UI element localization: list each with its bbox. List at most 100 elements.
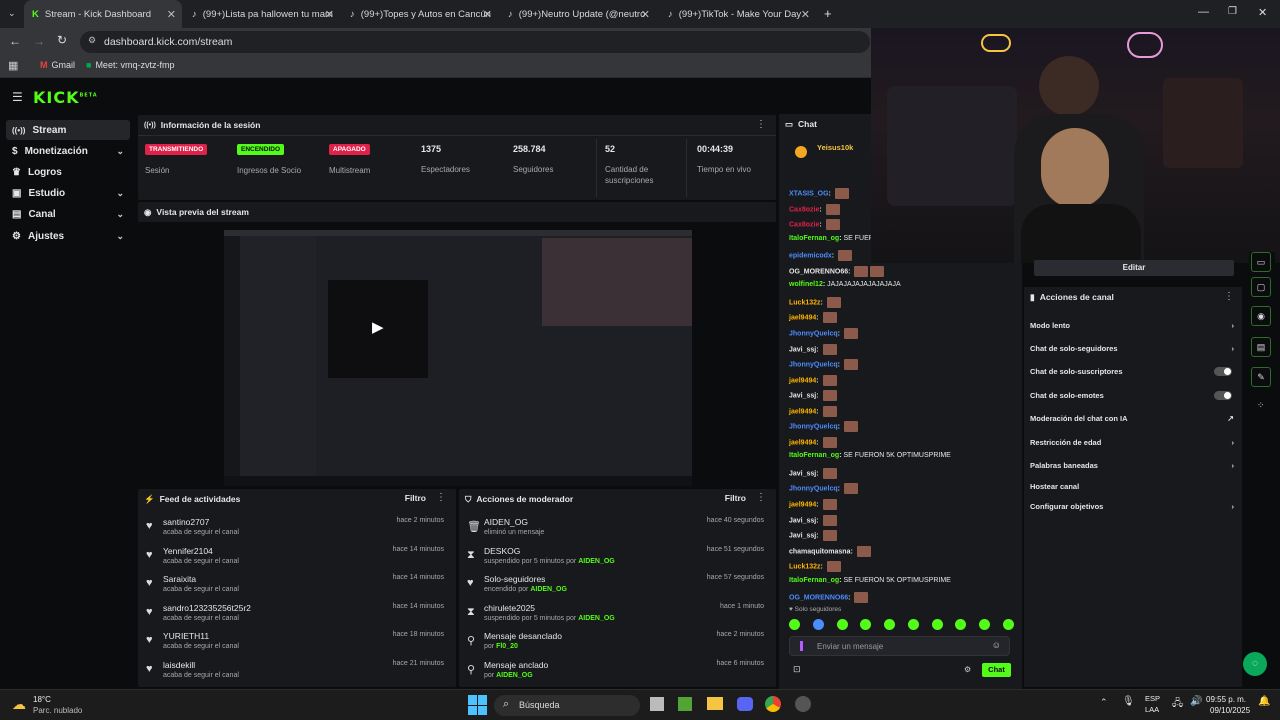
chat-username[interactable]: JhonnyQuelcq: [789, 486, 838, 493]
rail-broadcast-icon[interactable]: ◉: [1251, 306, 1271, 326]
sidebar-item-estudio[interactable]: ▣ Estudio ⌄: [6, 183, 130, 203]
close-tab-icon[interactable]: ✕: [801, 8, 810, 21]
weather-desc[interactable]: Parc. nublado: [33, 706, 82, 715]
feed-filter-button[interactable]: Filtro: [405, 493, 426, 503]
weather-icon[interactable]: ☁: [12, 696, 26, 713]
tray-overflow-icon[interactable]: ⌃: [1100, 697, 1108, 708]
maximize-icon[interactable]: ❐: [1228, 6, 1237, 17]
chat-username[interactable]: JhonnyQuelcq: [789, 361, 838, 368]
chat-username[interactable]: Javi_ssj: [789, 517, 816, 524]
chat-username[interactable]: ItaloFernan_og: [789, 452, 839, 459]
more-options-icon[interactable]: ⋮: [1224, 291, 1234, 302]
mod-target[interactable]: DESKOG: [484, 546, 520, 556]
close-tab-icon[interactable]: ✕: [483, 8, 492, 21]
clock-time[interactable]: 09:55 p. m.: [1206, 695, 1246, 704]
sidebar-item-logros[interactable]: ♛ Logros: [6, 162, 130, 182]
edit-button[interactable]: Editar: [1034, 260, 1234, 276]
chat-username[interactable]: Luck132z: [789, 299, 821, 306]
stream-preview-video[interactable]: ▶: [224, 230, 692, 486]
url-field[interactable]: ⚙ dashboard.kick.com/stream: [80, 31, 870, 53]
rail-calendar-icon[interactable]: ▤: [1251, 337, 1271, 357]
tab-tiktok-4[interactable]: ♪ (99+)TikTok - Make Your Day ✕: [660, 0, 816, 28]
sidebar-item-stream[interactable]: ((•)) Stream: [6, 120, 130, 140]
hamburger-menu-icon[interactable]: ☰: [12, 90, 23, 104]
mod-target[interactable]: Mensaje anclado: [484, 660, 548, 670]
tab-tiktok-2[interactable]: ♪ (99+)Topes y Autos en Cancún ✕: [342, 0, 498, 28]
rail-wrench-icon[interactable]: ✎: [1251, 367, 1271, 387]
chat-username[interactable]: Javi_ssj: [789, 392, 816, 399]
language-indicator[interactable]: ESP: [1145, 694, 1160, 703]
emote-icon[interactable]: [955, 619, 967, 630]
chat-username[interactable]: jael9494: [789, 315, 816, 322]
feed-user[interactable]: laisdekill: [163, 660, 195, 670]
tab-tiktok-3[interactable]: ♪ (99+)Neutro Update (@neutro ✕: [500, 0, 656, 28]
chrome-icon[interactable]: [765, 696, 781, 712]
close-tab-icon[interactable]: ✕: [641, 8, 650, 21]
chat-username[interactable]: jael9494: [789, 501, 816, 508]
emote-icon[interactable]: [836, 619, 848, 630]
rail-layout-icon[interactable]: ▭: [1251, 252, 1271, 272]
more-options-icon[interactable]: ⋮: [756, 119, 766, 130]
action-emotes-only[interactable]: Chat de solo-emotes: [1030, 387, 1234, 403]
file-explorer-icon[interactable]: [707, 697, 723, 710]
task-view-icon[interactable]: [650, 697, 664, 711]
close-tab-icon[interactable]: ✕: [167, 8, 176, 21]
chat-username[interactable]: Javi_ssj: [789, 470, 816, 477]
tab-tiktok-1[interactable]: ♪ (99+)Lista pa hallowen tu mam ✕: [184, 0, 340, 28]
gift-icon[interactable]: ⊡: [793, 664, 801, 675]
chat-username[interactable]: JhonnyQuelcq: [789, 330, 838, 337]
mod-target[interactable]: chirulete2025: [484, 603, 535, 613]
minecraft-icon[interactable]: [678, 697, 692, 711]
microphone-icon[interactable]: 🎙: [1122, 696, 1135, 707]
emote-icon[interactable]: [884, 619, 896, 630]
reload-icon[interactable]: ↻: [57, 33, 67, 47]
sidebar-item-canal[interactable]: ▤ Canal ⌄: [6, 204, 130, 224]
mod-target[interactable]: AIDEN_OG: [484, 517, 528, 527]
emote-icon[interactable]: [1002, 619, 1014, 630]
window-close-icon[interactable]: ✕: [1258, 6, 1267, 19]
clock-date[interactable]: 09/10/2025: [1210, 706, 1250, 715]
chat-input[interactable]: Enviar un mensaje ☺: [789, 636, 1010, 656]
kick-logo[interactable]: KICKBETA: [33, 88, 98, 107]
chat-username[interactable]: ItaloFernan_og: [789, 235, 839, 242]
feed-user[interactable]: YURIETH11: [163, 631, 209, 641]
rail-chat-icon[interactable]: ▢: [1251, 277, 1271, 297]
start-button[interactable]: [468, 695, 488, 715]
emote-icon[interactable]: [907, 619, 919, 630]
more-options-icon[interactable]: ⋮: [436, 492, 446, 503]
chat-username[interactable]: epidemicodx: [789, 253, 832, 260]
taskbar-search[interactable]: ⌕ Búsqueda: [494, 695, 640, 716]
action-goals[interactable]: Configurar objetivos ›: [1030, 498, 1234, 514]
chat-username[interactable]: chamaquitomasna: [789, 548, 850, 555]
apps-grid-icon[interactable]: ▦: [8, 59, 18, 72]
back-icon[interactable]: ←: [9, 34, 21, 48]
chat-username[interactable]: Cax8ozie: [789, 221, 819, 228]
chat-username[interactable]: Luck132z: [789, 564, 821, 571]
action-slow-mode[interactable]: Modo lento ›: [1030, 317, 1234, 333]
sidebar-item-ajustes[interactable]: ⚙ Ajustes ⌄: [6, 226, 130, 246]
keyboard-layout-indicator[interactable]: LAA: [1145, 705, 1159, 714]
chat-username[interactable]: OG_MORENNO66: [789, 595, 848, 602]
action-followers-only[interactable]: Chat de solo-seguidores ›: [1030, 340, 1234, 356]
mod-filter-button[interactable]: Filtro: [725, 493, 746, 503]
emoji-icon[interactable]: ☺: [992, 640, 1001, 650]
tab-kick-dashboard[interactable]: K Stream - Kick Dashboard ✕: [24, 0, 182, 28]
chat-send-button[interactable]: Chat: [982, 663, 1011, 677]
chat-username[interactable]: Cax8ozie: [789, 206, 819, 213]
site-info-icon[interactable]: ⚙: [88, 35, 96, 46]
emote-icon[interactable]: [812, 619, 824, 630]
emotes-only-toggle[interactable]: [1214, 390, 1232, 400]
chat-username[interactable]: Javi_ssj: [789, 346, 816, 353]
chat-username[interactable]: jael9494: [789, 408, 816, 415]
volume-icon[interactable]: 🔊: [1190, 696, 1202, 707]
notification-bell-icon[interactable]: 🔔: [1258, 696, 1270, 707]
emote-icon[interactable]: [931, 619, 943, 630]
obs-icon[interactable]: [795, 696, 811, 712]
chat-username[interactable]: wolfinel12: [789, 281, 823, 288]
feed-user[interactable]: santino2707: [163, 517, 209, 527]
chat-username[interactable]: Javi_ssj: [789, 532, 816, 539]
feed-user[interactable]: sandro123235256t25r2: [163, 603, 251, 613]
action-host-channel[interactable]: Hostear canal: [1030, 478, 1234, 494]
emote-icon[interactable]: [860, 619, 872, 630]
mod-target[interactable]: Solo-seguidores: [484, 574, 545, 584]
